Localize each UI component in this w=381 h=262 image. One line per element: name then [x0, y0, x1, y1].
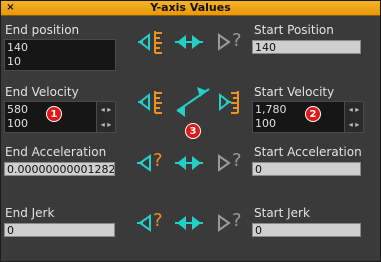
- end-position-box[interactable]: 140 10: [4, 39, 116, 71]
- start-velocity-percent: 100: [255, 117, 276, 130]
- start-acceleration-label: Start Acceleration: [254, 145, 362, 159]
- end-position-tolerance: 10: [7, 55, 21, 68]
- pin-left-ruler-icon[interactable]: [137, 89, 165, 115]
- spin-left-right-icon[interactable]: ◂ ▸: [345, 102, 363, 117]
- pin-right-ruler-icon[interactable]: [216, 89, 244, 115]
- spin-left-right-icon[interactable]: ◂ ▸: [97, 117, 115, 132]
- end-position-value: 140: [7, 41, 28, 54]
- callout-badge-1: 1: [46, 106, 62, 122]
- start-velocity-label: Start Velocity: [254, 85, 335, 99]
- spin-left-right-icon[interactable]: ◂ ▸: [345, 117, 363, 132]
- pin-right-icon[interactable]: [216, 153, 232, 173]
- end-velocity-spinner[interactable]: ◂ ▸ ◂ ▸: [96, 102, 115, 132]
- tangent-link-icon[interactable]: [173, 85, 213, 119]
- end-jerk-label: End Jerk: [5, 206, 55, 220]
- unknown-start-jerk-icon: ?: [232, 210, 242, 231]
- unknown-start-acceleration-icon: ?: [232, 150, 242, 171]
- link-both-icon[interactable]: [175, 153, 203, 173]
- callout-badge-2: 2: [305, 106, 321, 122]
- start-position-field[interactable]: 140: [252, 40, 361, 54]
- unknown-end-jerk-icon: ?: [153, 210, 163, 231]
- pin-left-ruler-icon[interactable]: [137, 29, 165, 55]
- end-velocity-value: 580: [7, 103, 28, 116]
- end-position-label: End position: [5, 23, 80, 37]
- panel-title: Y-axis Values: [150, 1, 231, 14]
- end-acceleration-field[interactable]: 0.00000000001282: [4, 162, 115, 176]
- start-jerk-label: Start Jerk: [254, 206, 310, 220]
- end-acceleration-label: End Acceleration: [5, 145, 107, 159]
- pin-right-icon[interactable]: [216, 213, 232, 233]
- unknown-end-acceleration-icon: ?: [153, 150, 163, 171]
- link-both-icon[interactable]: [175, 213, 203, 233]
- title-bar: × Y-axis Values: [1, 1, 380, 16]
- start-acceleration-field[interactable]: 0: [252, 162, 361, 176]
- pin-right-icon[interactable]: [216, 32, 232, 52]
- unknown-start-position-icon: ?: [232, 30, 242, 51]
- link-both-icon[interactable]: [175, 32, 203, 52]
- callout-badge-3: 3: [185, 123, 201, 139]
- start-velocity-value: 1,780: [255, 103, 287, 116]
- end-jerk-field[interactable]: 0: [4, 223, 115, 237]
- y-axis-values-panel: × Y-axis Values End position 140 10 ? St…: [0, 0, 381, 262]
- spin-left-right-icon[interactable]: ◂ ▸: [97, 102, 115, 117]
- start-position-label: Start Position: [254, 23, 334, 37]
- start-jerk-field[interactable]: 0: [252, 223, 361, 237]
- start-velocity-spinner[interactable]: ◂ ▸ ◂ ▸: [344, 102, 363, 132]
- end-velocity-label: End Velocity: [5, 85, 79, 99]
- pin-left-icon[interactable]: [137, 153, 153, 173]
- end-velocity-percent: 100: [7, 117, 28, 130]
- pin-left-icon[interactable]: [137, 213, 153, 233]
